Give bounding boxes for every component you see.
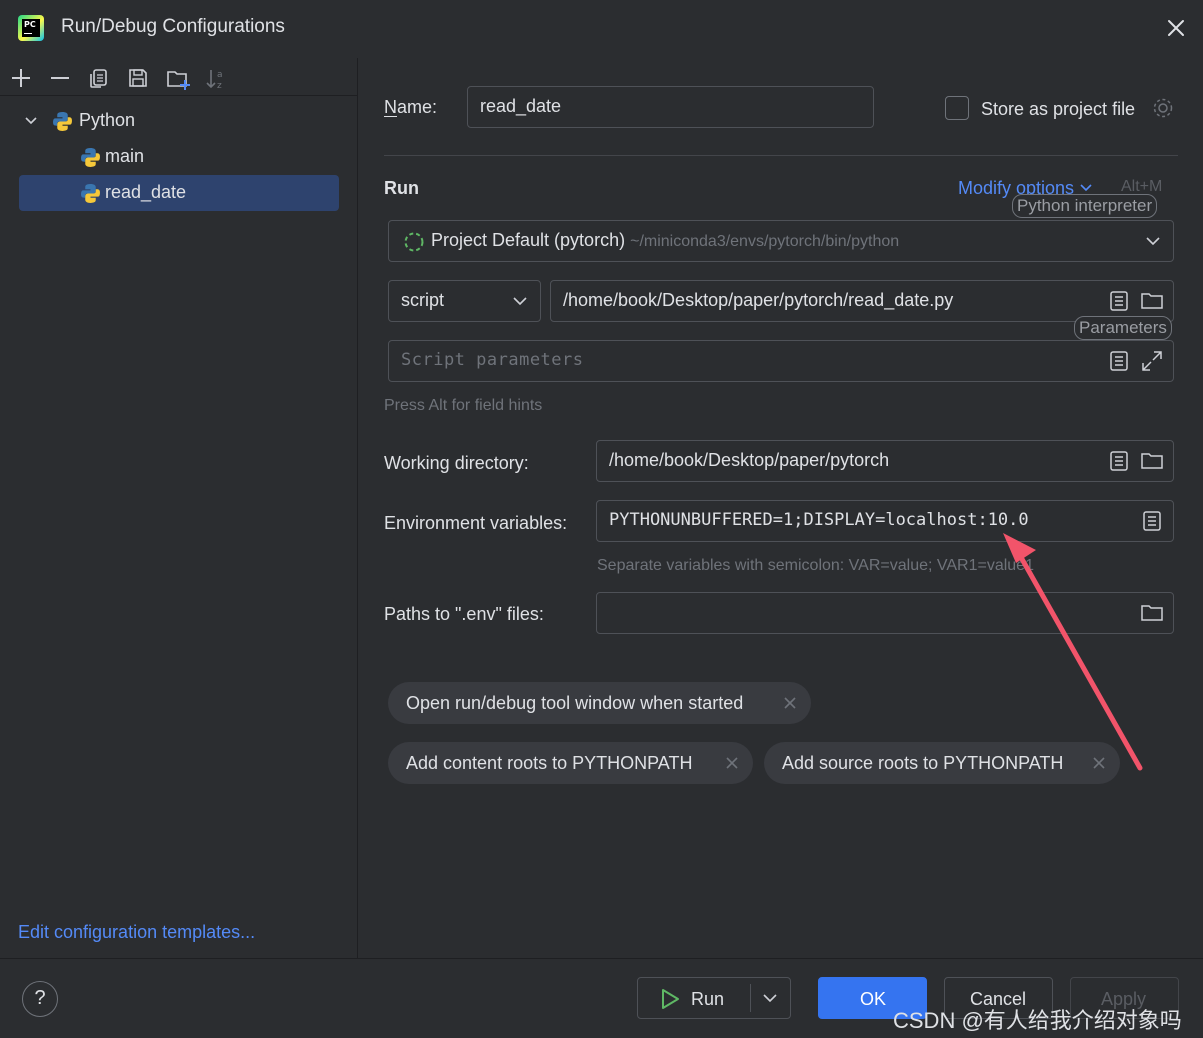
chevron-down-icon[interactable]	[762, 992, 778, 1006]
annotation-arrow	[1003, 533, 1143, 771]
run-split-button[interactable]: Run	[637, 977, 791, 1019]
help-button[interactable]: ?	[22, 981, 58, 1017]
run-triangle-icon	[662, 989, 679, 1009]
watermark: CSDN @有人给我介绍对象吗	[893, 1008, 1182, 1033]
footer-divider	[0, 958, 1203, 959]
